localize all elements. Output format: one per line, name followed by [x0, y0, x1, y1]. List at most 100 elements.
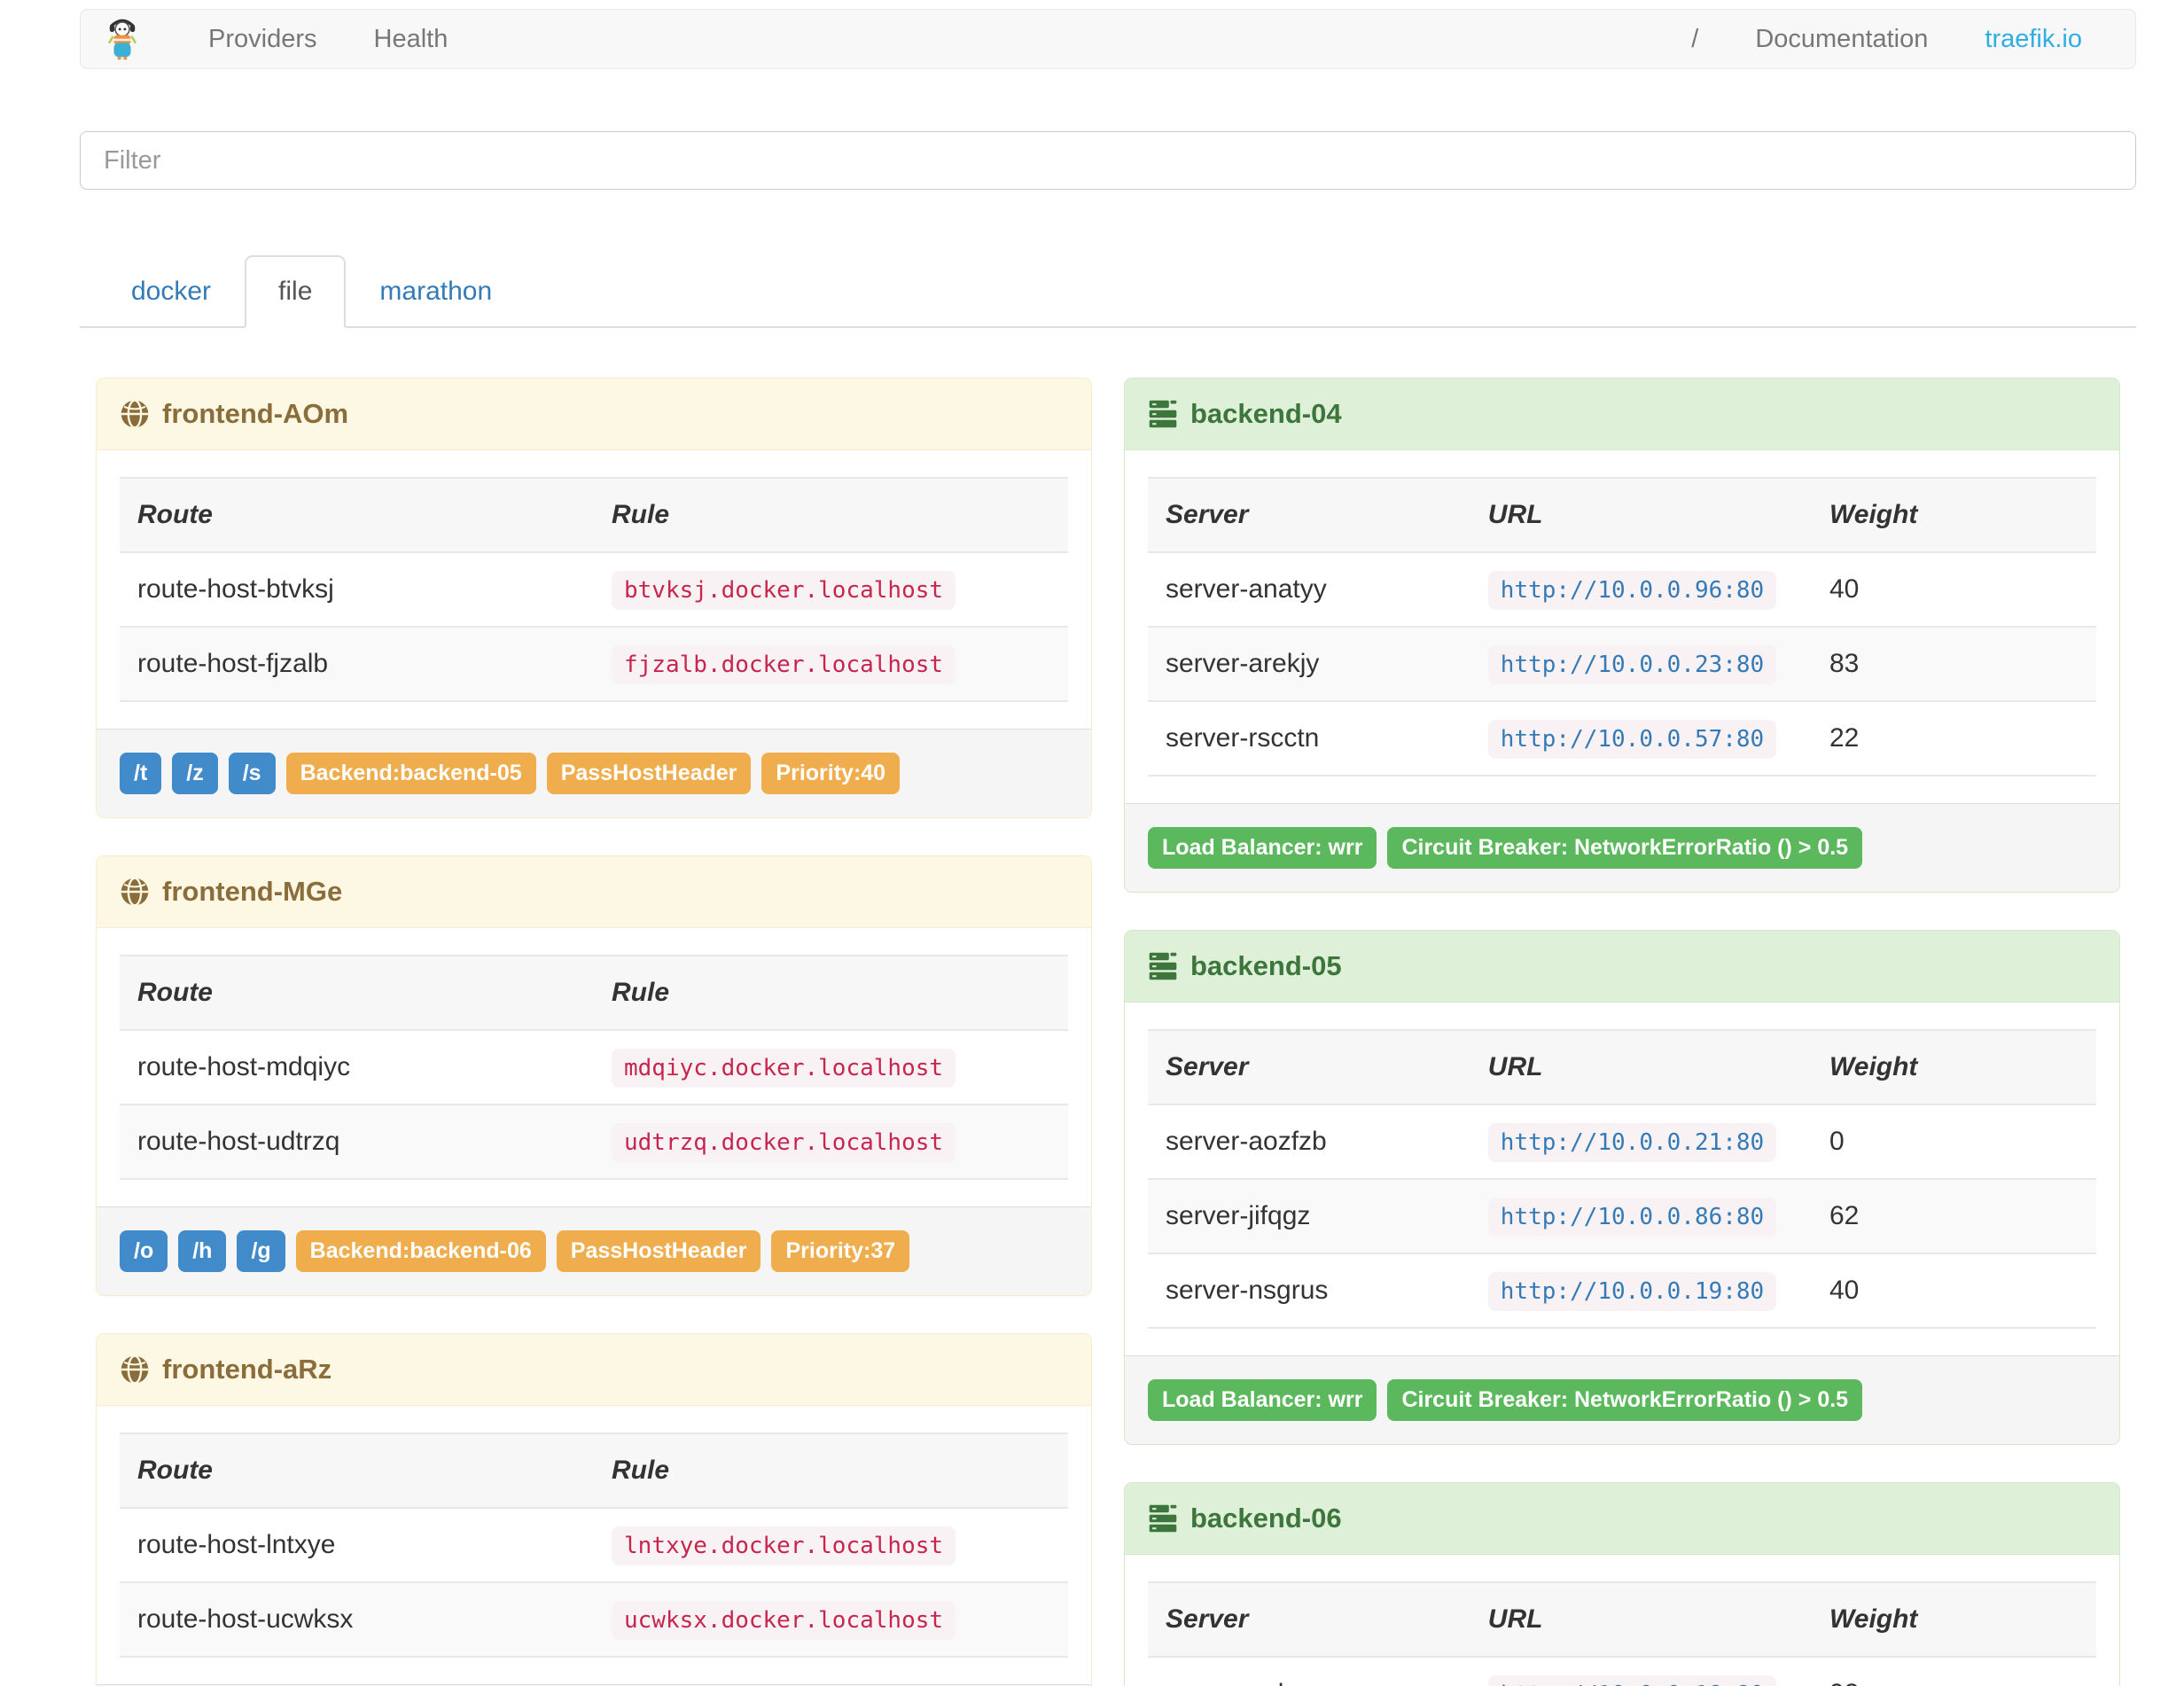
frontend-title: frontend-MGe: [162, 876, 343, 907]
servers-icon: [1148, 951, 1178, 981]
page: Providers Health / Documentation traefik…: [0, 0, 2184, 1686]
server-weight: 22: [1829, 723, 1860, 753]
server-weight: 40: [1829, 574, 1860, 604]
passhostheader-badge: PassHostHeader: [546, 753, 752, 794]
frontend-card-header: frontend-MGe: [97, 856, 1091, 928]
nav-item-slash: /: [1691, 24, 1699, 53]
frontend-card: frontend-aRz Route Rule route-host-lntxy…: [96, 1333, 1092, 1686]
path-badge: /s: [228, 753, 276, 794]
routes-table: Route Rule route-host-lntxye lntxye.dock…: [120, 1432, 1068, 1658]
server-name: server-anatyy: [1166, 574, 1327, 604]
circuit-breaker-badge: Circuit Breaker: NetworkErrorRatio () > …: [1387, 827, 1863, 869]
column-header-rule: Rule: [594, 477, 1068, 553]
column-header-server: Server: [1148, 1581, 1470, 1658]
table-row: server-aozfzb http://10.0.0.21:80 0: [1148, 1104, 2096, 1179]
backend-card-header: backend-04: [1125, 379, 2119, 450]
server-name: server-arekjy: [1166, 649, 1320, 678]
nav-item-providers[interactable]: Providers: [180, 25, 346, 54]
table-row: route-host-fjzalb fjzalb.docker.localhos…: [120, 627, 1068, 701]
nav-item-traefik-io[interactable]: traefik.io: [1956, 25, 2110, 54]
table-row: server-jifqgz http://10.0.0.86:80 62: [1148, 1179, 2096, 1253]
server-weight: 62: [1829, 1201, 1860, 1230]
server-name: server-nsgrus: [1166, 1276, 1329, 1305]
servers-icon: [1148, 1503, 1178, 1534]
backend-card-footer: Load Balancer: wrr Circuit Breaker: Netw…: [1125, 1355, 2119, 1444]
table-header-row: Route Rule: [120, 955, 1068, 1031]
backend-card: backend-05 Server URL Weight server-aozf…: [1124, 930, 2120, 1445]
server-url-link[interactable]: http://10.0.0.21:80: [1487, 1123, 1777, 1162]
column-header-url: URL: [1470, 1581, 1812, 1658]
backend-title: backend-04: [1190, 398, 1342, 429]
server-url-link[interactable]: http://10.0.0.96:80: [1487, 571, 1777, 610]
server-url-link[interactable]: http://10.0.0.18:80: [1487, 1675, 1777, 1686]
route-name: route-host-ucwksx: [137, 1604, 354, 1634]
filter-input[interactable]: [80, 131, 2136, 190]
column-header-rule: Rule: [594, 1432, 1068, 1509]
frontend-card-body: Route Rule route-host-mdqiyc mdqiyc.dock…: [97, 928, 1091, 1206]
rule-code: lntxye.docker.localhost: [612, 1526, 956, 1565]
column-header-rule: Rule: [594, 955, 1068, 1031]
tab-marathon[interactable]: marathon: [346, 255, 526, 328]
frontend-card: frontend-AOm Route Rule route-host-btvks…: [96, 378, 1092, 818]
column-header-weight: Weight: [1811, 1581, 2096, 1658]
server-url-link[interactable]: http://10.0.0.23:80: [1487, 645, 1777, 684]
globe-icon: [120, 1354, 150, 1385]
backend-card: backend-06 Server URL Weight: [1124, 1482, 2120, 1686]
server-weight: 40: [1829, 1276, 1860, 1305]
table-header-row: Server URL Weight: [1148, 1029, 2096, 1105]
frontend-card-footer: /o /h /g Backend:backend-06 PassHostHead…: [97, 1206, 1091, 1295]
nav-item-documentation[interactable]: Documentation: [1727, 25, 1956, 54]
passhostheader-badge: PassHostHeader: [556, 1230, 761, 1272]
table-row: route-host-mdqiyc mdqiyc.docker.localhos…: [120, 1030, 1068, 1104]
table-row: server-opbuop http://10.0.0.18:80 92: [1148, 1657, 2096, 1686]
table-row: server-arekjy http://10.0.0.23:80 83: [1148, 627, 2096, 701]
table-row: server-rscctn http://10.0.0.57:80 22: [1148, 701, 2096, 776]
path-badge: /g: [237, 1230, 285, 1272]
server-url-link[interactable]: http://10.0.0.86:80: [1487, 1198, 1777, 1237]
content-columns: frontend-AOm Route Rule route-host-btvks…: [80, 378, 2136, 1686]
table-header-row: Server URL Weight: [1148, 477, 2096, 553]
server-name: server-rscctn: [1166, 723, 1320, 753]
priority-badge: Priority:40: [761, 753, 901, 794]
table-row: route-host-udtrzq udtrzq.docker.localhos…: [120, 1104, 1068, 1179]
column-header-route: Route: [120, 1432, 594, 1509]
column-header-server: Server: [1148, 477, 1470, 553]
rule-code: btvksj.docker.localhost: [612, 571, 956, 610]
table-row: server-nsgrus http://10.0.0.19:80 40: [1148, 1253, 2096, 1328]
backends-column: backend-04 Server URL Weight server-anat…: [1108, 378, 2136, 1686]
table-header-row: Route Rule: [120, 1432, 1068, 1509]
routes-table: Route Rule route-host-mdqiyc mdqiyc.dock…: [120, 955, 1068, 1180]
frontend-title: frontend-aRz: [162, 1354, 332, 1385]
frontend-card-footer: /t /z /s Backend:backend-05 PassHostHead…: [97, 729, 1091, 817]
navbar: Providers Health / Documentation traefik…: [80, 9, 2136, 69]
table-row: route-host-ucwksx ucwksx.docker.localhos…: [120, 1582, 1068, 1657]
frontends-column: frontend-AOm Route Rule route-host-btvks…: [80, 378, 1108, 1686]
servers-icon: [1148, 399, 1178, 429]
globe-icon: [120, 399, 150, 429]
server-url-link[interactable]: http://10.0.0.57:80: [1487, 720, 1777, 759]
server-url-link[interactable]: http://10.0.0.19:80: [1487, 1272, 1777, 1311]
column-header-route: Route: [120, 955, 594, 1031]
tab-file[interactable]: file: [245, 255, 347, 328]
traefik-logo[interactable]: [105, 18, 139, 60]
frontend-card-header: frontend-AOm: [97, 379, 1091, 450]
table-row: route-host-btvksj btvksj.docker.localhos…: [120, 552, 1068, 627]
tab-docker[interactable]: docker: [98, 255, 245, 328]
column-header-weight: Weight: [1811, 477, 2096, 553]
frontend-card: frontend-MGe Route Rule route-host-mdqiy…: [96, 855, 1092, 1296]
route-name: route-host-fjzalb: [137, 649, 329, 678]
column-header-server: Server: [1148, 1029, 1470, 1105]
column-header-weight: Weight: [1811, 1029, 2096, 1105]
frontend-title: frontend-AOm: [162, 398, 349, 429]
routes-table: Route Rule route-host-btvksj btvksj.dock…: [120, 477, 1068, 702]
server-weight: 83: [1829, 649, 1860, 678]
backend-card-footer: Load Balancer: wrr Circuit Breaker: Netw…: [1125, 803, 2119, 892]
globe-icon: [120, 877, 150, 907]
servers-table: Server URL Weight server-aozfzb http://1…: [1148, 1029, 2096, 1329]
backend-card: backend-04 Server URL Weight server-anat…: [1124, 378, 2120, 893]
circuit-breaker-badge: Circuit Breaker: NetworkErrorRatio () > …: [1387, 1379, 1863, 1421]
table-row: server-anatyy http://10.0.0.96:80 40: [1148, 552, 2096, 627]
nav-item-health[interactable]: Health: [346, 25, 477, 54]
table-header-row: Server URL Weight: [1148, 1581, 2096, 1658]
backend-ref-badge: Backend:backend-06: [295, 1230, 546, 1272]
